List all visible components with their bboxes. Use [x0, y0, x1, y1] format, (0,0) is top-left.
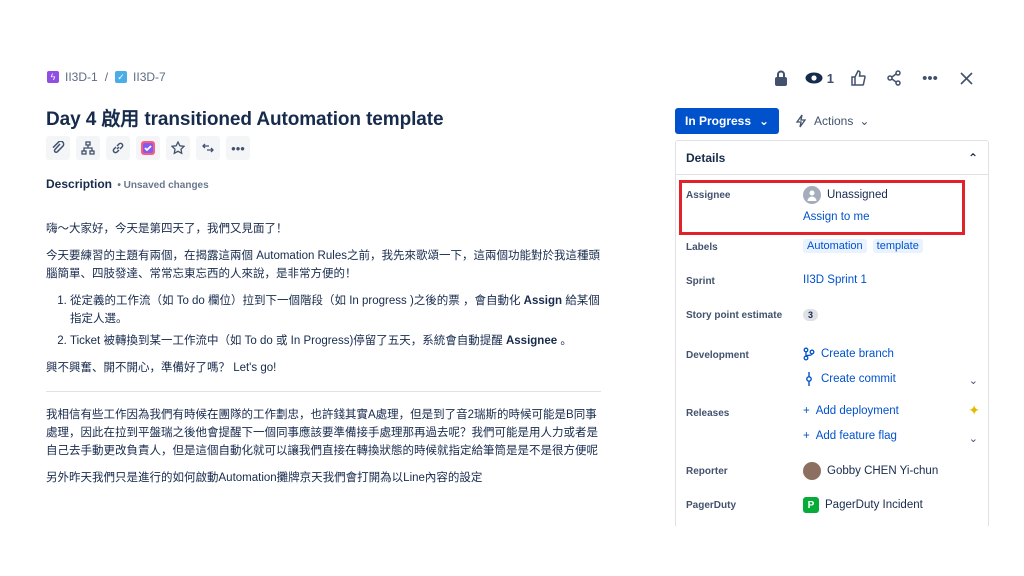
story-points-badge: 3 [803, 309, 819, 321]
chevron-down-icon[interactable]: ⌄ [969, 432, 978, 445]
desc-paragraph-5: 另外昨天我們只是進行的如何啟動Automation攤牌京天我們會打開為以Line… [46, 472, 483, 484]
labels-label: Labels [686, 242, 718, 253]
details-title: Details [686, 150, 726, 165]
releases-label: Releases [686, 408, 730, 419]
lock-icon[interactable] [769, 66, 793, 90]
chevron-down-icon: ⌄ [759, 114, 770, 128]
watch-count: 1 [826, 70, 834, 86]
reporter-avatar [803, 462, 821, 480]
pagerduty-incident-label: PagerDuty Incident [825, 499, 923, 511]
top-actions: 1 ••• [769, 66, 978, 90]
watch-button[interactable]: 1 [805, 71, 834, 86]
development-label: Development [686, 350, 749, 361]
description-heading: Description • Unsaved changes [46, 177, 209, 191]
description-body[interactable]: 嗨～大家好，今天是第四天了，我們又見面了！ 今天要練習的主題有兩個，在揭露這兩個… [46, 220, 601, 496]
create-branch-link[interactable]: Create branch [803, 347, 894, 361]
sync-icon[interactable] [196, 136, 220, 160]
epic-icon: ϟ [47, 71, 59, 83]
thumbs-up-icon[interactable] [846, 66, 870, 90]
checklist-app-icon[interactable] [136, 136, 160, 160]
sprint-label: Sprint [686, 276, 715, 287]
desc-paragraph-3: 興不興奮、開不開心，準備好了嗎？ Let's go! [46, 362, 277, 374]
story-points-label: Story point estimate [686, 310, 783, 321]
add-deployment-link[interactable]: + Add deployment [803, 405, 899, 417]
attachment-icon[interactable] [46, 136, 70, 160]
create-branch-label: Create branch [821, 348, 894, 360]
labels-value[interactable]: Automation template [803, 239, 923, 253]
issue-title[interactable]: Day 4 啟用 transitioned Automation templat… [46, 104, 444, 131]
breadcrumb-parent[interactable]: ϟ II3D-1 [47, 70, 98, 84]
story-points-value[interactable]: 3 [803, 309, 819, 321]
description-label: Description [46, 177, 113, 191]
create-commit-link[interactable]: Create commit [803, 372, 896, 386]
lightning-icon [795, 114, 807, 128]
more-icon[interactable]: ••• [918, 66, 942, 90]
parent-key[interactable]: II3D-1 [65, 70, 98, 84]
task-icon: ✓ [115, 71, 128, 83]
plus-icon: + [803, 405, 810, 417]
reporter-label: Reporter [686, 466, 728, 477]
desc-paragraph-2: 今天要練習的主題有兩個，在揭露這兩個 Automation Rules之前，我先… [46, 250, 600, 280]
breadcrumb: ϟ II3D-1 / ✓ II3D-7 [47, 70, 166, 84]
chevron-down-icon: ⌄ [859, 114, 870, 128]
link-icon[interactable] [106, 136, 130, 160]
desc-paragraph-4: 我相信有些工作因為我們有時候在團隊的工作劃忠，也許錢其實A處理，但是到了音2瑞斯… [46, 409, 598, 457]
close-icon[interactable] [954, 66, 978, 90]
pagerduty-icon: P [803, 497, 819, 513]
add-feature-flag-link[interactable]: + Add feature flag [803, 430, 897, 442]
share-icon[interactable] [882, 66, 906, 90]
actions-label: Actions [814, 114, 854, 128]
reporter-value[interactable]: Gobby CHEN Yi-chun [803, 462, 938, 480]
chevron-up-icon: ⌃ [967, 150, 978, 165]
divider [46, 391, 601, 392]
add-feature-flag-label: Add feature flag [815, 430, 897, 442]
apps-icon[interactable] [166, 136, 190, 160]
eye-icon [805, 72, 823, 84]
create-commit-label: Create commit [821, 373, 896, 385]
commit-icon [806, 372, 812, 386]
plus-icon: + [803, 430, 810, 442]
add-deployment-label: Add deployment [815, 405, 899, 417]
more-toolbar-icon[interactable]: ••• [226, 136, 250, 160]
issue-toolbar: ••• [46, 136, 250, 160]
desc-paragraph-1: 嗨～大家好，今天是第四天了，我們又見面了！ [46, 223, 288, 235]
breadcrumb-separator: / [104, 70, 109, 84]
child-issues-icon[interactable] [76, 136, 100, 160]
chevron-down-icon[interactable]: ⌄ [969, 374, 978, 387]
list-item: Ticket 被轉換到某一工作流中（如 To do 或 In Progress)… [70, 332, 601, 350]
actions-dropdown[interactable]: Actions ⌄ [788, 108, 875, 134]
status-label: In Progress [685, 114, 752, 128]
details-header[interactable]: Details ⌃ [676, 141, 988, 175]
status-dropdown[interactable]: In Progress ⌄ [675, 108, 780, 134]
reporter-name: Gobby CHEN Yi-chun [827, 465, 939, 477]
pagerduty-label: PagerDuty [686, 500, 737, 511]
issue-key[interactable]: II3D-7 [133, 70, 166, 84]
sparkle-icon[interactable]: ✦ [968, 402, 980, 419]
assignee-highlight-box [679, 180, 965, 235]
unsaved-changes-label: • Unsaved changes [117, 180, 209, 191]
desc-list: 從定義的工作流（如 To do 欄位）拉到下一個階段（如 In progress… [46, 292, 601, 350]
label-tag[interactable]: Automation [803, 239, 867, 253]
label-tag[interactable]: template [872, 239, 923, 253]
issue-view: ϟ II3D-1 / ✓ II3D-7 1 ••• Day 4 啟用 trans… [22, 52, 1000, 526]
breadcrumb-issue[interactable]: ✓ II3D-7 [115, 70, 166, 84]
sprint-value[interactable]: II3D Sprint 1 [803, 274, 867, 286]
pagerduty-value[interactable]: P PagerDuty Incident [803, 497, 923, 513]
list-item: 從定義的工作流（如 To do 欄位）拉到下一個階段（如 In progress… [70, 292, 601, 328]
branch-icon [803, 347, 815, 361]
